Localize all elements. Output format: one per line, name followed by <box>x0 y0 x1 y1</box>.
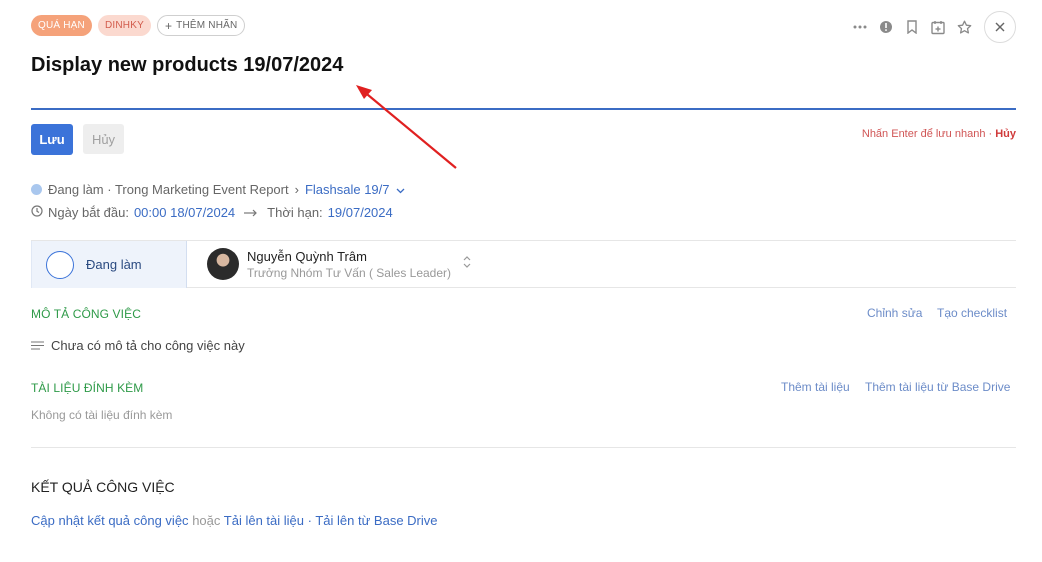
status-assignee-row: Đang làm Nguyễn Quỳnh Trâm Trưởng Nhóm T… <box>31 240 1016 288</box>
description-title: MÔ TẢ CÔNG VIỆC <box>31 307 141 321</box>
task-title-input[interactable]: Display new products 19/07/2024 <box>31 52 1016 110</box>
status-label: Đang làm <box>86 257 142 272</box>
assignee-role: Trưởng Nhóm Tư Vấn ( Sales Leader) <box>247 265 452 280</box>
status-toggle[interactable]: Đang làm <box>31 241 187 288</box>
create-checklist-link[interactable]: Tạo checklist <box>937 306 1007 320</box>
breadcrumb-separator: › <box>294 182 299 197</box>
status-circle-icon[interactable] <box>46 250 74 279</box>
start-date-value[interactable]: 00:00 18/07/2024 <box>134 205 235 220</box>
annotation-arrow <box>356 85 457 169</box>
tag-bar: QUÁ HẠN DINHKY + THÊM NHÃN <box>31 15 246 36</box>
add-label-text: THÊM NHÃN <box>176 20 238 31</box>
bookmark-icon[interactable] <box>903 18 921 36</box>
star-icon[interactable] <box>955 18 973 36</box>
assignee[interactable]: Nguyễn Quỳnh Trâm Trưởng Nhóm Tư Vấn ( S… <box>207 248 451 280</box>
upload-from-drive-link[interactable]: Tải lên từ Base Drive <box>315 513 437 528</box>
status-location-text[interactable]: Đang làm · Trong Marketing Event Report <box>48 182 289 197</box>
update-result-link[interactable]: Cập nhật kết quả công việc <box>31 513 189 528</box>
save-hint: Nhấn Enter để lưu nhanh · Hủy <box>862 128 1016 140</box>
more-icon[interactable] <box>851 18 869 36</box>
add-label-button[interactable]: + THÊM NHÃN <box>156 15 246 36</box>
dot-separator: · <box>307 513 312 528</box>
task-location: Đang làm · Trong Marketing Event Report … <box>31 182 405 197</box>
task-actions <box>851 11 1016 43</box>
chevron-down-icon[interactable] <box>396 182 405 197</box>
deadline-label: Thời hạn: <box>267 205 323 220</box>
task-title: Display new products 19/07/2024 <box>31 54 344 76</box>
add-from-drive-link[interactable]: Thêm tài liệu từ Base Drive <box>865 380 1010 394</box>
description-empty: Chưa có mô tả cho công việc này <box>31 338 245 353</box>
alert-icon[interactable] <box>877 18 895 36</box>
close-button[interactable] <box>984 11 1016 43</box>
close-icon <box>995 22 1005 32</box>
save-button[interactable]: Lưu <box>31 124 73 155</box>
sort-icon[interactable] <box>463 255 471 272</box>
arrow-right-icon <box>244 205 258 220</box>
deadline-value[interactable]: 19/07/2024 <box>328 205 393 220</box>
section-divider <box>31 447 1016 448</box>
recurring-tag[interactable]: DINHKY <box>97 15 151 36</box>
result-actions: Cập nhật kết quả công việc hoặc Tải lên … <box>31 513 438 528</box>
description-empty-text[interactable]: Chưa có mô tả cho công việc này <box>51 338 245 353</box>
edit-description-link[interactable]: Chỉnh sửa <box>867 306 922 320</box>
text-lines-icon <box>31 338 44 353</box>
project-link[interactable]: Flashsale 19/7 <box>305 182 390 197</box>
result-title: KẾT QUẢ CÔNG VIỆC <box>31 479 175 495</box>
overdue-tag[interactable]: QUÁ HẠN <box>31 15 92 36</box>
cancel-button[interactable]: Hủy <box>83 124 124 154</box>
attachments-title: TÀI LIỆU ĐÍNH KÈM <box>31 381 144 395</box>
save-hint-text: Nhấn Enter để lưu nhanh · <box>861 128 993 140</box>
task-dates: Ngày bắt đầu: 00:00 18/07/2024 Thời hạn:… <box>31 205 393 220</box>
or-text: hoặc <box>192 513 221 528</box>
add-attachment-link[interactable]: Thêm tài liệu <box>781 380 850 394</box>
calendar-add-icon[interactable] <box>929 18 947 36</box>
status-dot <box>31 184 42 195</box>
avatar <box>207 248 239 280</box>
start-date-label: Ngày bắt đầu: <box>48 205 129 220</box>
attachments-empty: Không có tài liệu đính kèm <box>31 408 173 422</box>
plus-icon: + <box>164 18 173 33</box>
upload-file-link[interactable]: Tải lên tài liệu <box>224 513 304 528</box>
hint-cancel-link[interactable]: Hủy <box>995 128 1016 140</box>
assignee-name: Nguyễn Quỳnh Trâm <box>247 248 367 264</box>
clock-icon <box>31 205 43 220</box>
